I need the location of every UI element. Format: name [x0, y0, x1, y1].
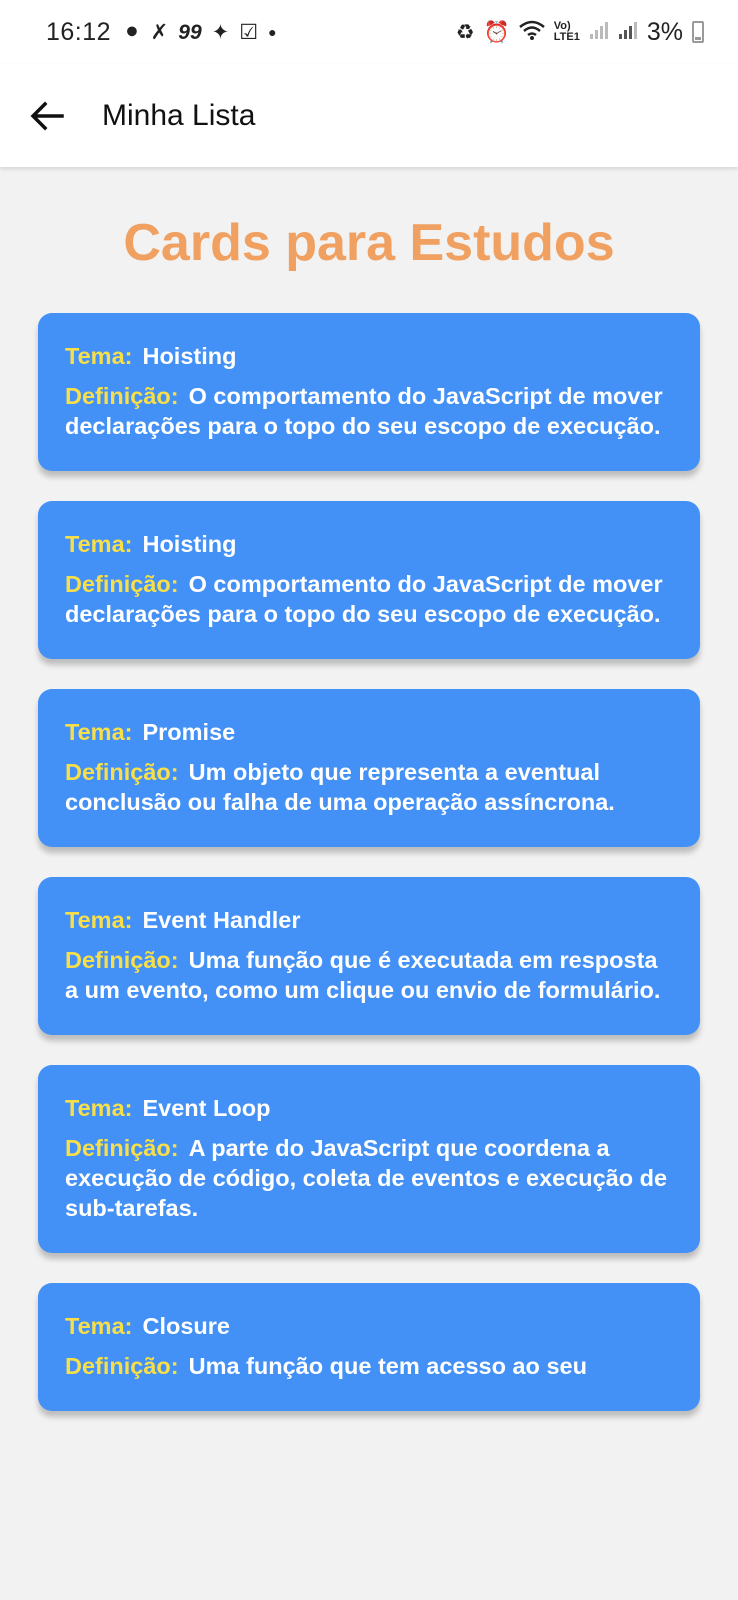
card-definicao-row: Definição: O comportamento do JavaScript … — [65, 569, 674, 629]
status-time: 16:12 — [46, 17, 112, 46]
alarm-icon: ⏰ — [483, 20, 510, 44]
tema-label: Tema: — [65, 907, 133, 933]
card-tema-row: Tema: Hoisting — [65, 341, 674, 371]
back-button[interactable] — [18, 87, 76, 145]
definicao-label: Definição: — [65, 1353, 179, 1379]
tema-value: Hoisting — [142, 343, 237, 369]
battery-icon — [692, 21, 704, 43]
card-definicao-row: Definição: Um objeto que representa a eve… — [65, 757, 674, 817]
definicao-label: Definição: — [65, 947, 179, 973]
card-definicao-row: Definição: Uma função que é executada em … — [65, 945, 674, 1005]
notification-count: 99 — [178, 20, 202, 44]
card-list: Tema: Hoisting Definição: O comportamento d… — [0, 313, 738, 1411]
card-tema-row: Tema: Hoisting — [65, 529, 674, 559]
card-tema-row: Tema: Event Loop — [65, 1093, 674, 1123]
tema-label: Tema: — [65, 343, 133, 369]
checkbox-icon: ☑ — [239, 20, 259, 44]
tema-label: Tema: — [65, 531, 133, 557]
battery-saver-icon: ♻ — [455, 20, 475, 44]
definicao-label: Definição: — [65, 383, 179, 409]
tema-label: Tema: — [65, 1095, 133, 1121]
appbar-title: Minha Lista — [102, 98, 256, 132]
study-card[interactable]: Tema: Hoisting Definição: O comportamento d… — [38, 501, 700, 659]
tema-label: Tema: — [65, 719, 133, 745]
definicao-label: Definição: — [65, 571, 179, 597]
app-icon: ✦ — [211, 20, 230, 44]
definicao-value: Uma função que tem acesso ao seu — [188, 1353, 587, 1379]
study-card[interactable]: Tema: Hoisting Definição: O comportamento d… — [38, 313, 700, 471]
definicao-label: Definição: — [65, 759, 179, 785]
tema-value: Closure — [142, 1313, 230, 1339]
card-list-scroll[interactable]: Cards para Estudos Tema: Hoisting Definiçã… — [0, 167, 738, 1567]
tema-value: Event Loop — [142, 1095, 271, 1121]
tema-value: Hoisting — [142, 531, 237, 557]
battery-percentage: 3% — [646, 17, 683, 46]
signal-icon-1 — [589, 20, 609, 44]
study-card[interactable]: Tema: Event Loop Definição: A parte do Java… — [38, 1065, 700, 1253]
tema-value: Promise — [142, 719, 236, 745]
card-definicao-row: Definição: Uma função que tem acesso ao s… — [65, 1351, 674, 1381]
volte-icon: Vo) LTE1 — [553, 20, 580, 43]
wifi-icon — [518, 20, 545, 44]
card-definicao-row: Definição: A parte do JavaScript que coor… — [65, 1133, 674, 1223]
status-bar: 16:12 ⚫ ✗ 99 ✦ ☑ ● ♻ ⏰ Vo) LTE1 3% — [0, 0, 738, 64]
system-icons: ♻ ⏰ Vo) LTE1 3% — [455, 17, 704, 46]
navigation-bar-area — [0, 1567, 738, 1600]
card-tema-row: Tema: Event Handler — [65, 905, 674, 935]
arrow-left-icon — [30, 101, 64, 130]
study-card[interactable]: Tema: Promise Definição: Um objeto que repr… — [38, 689, 700, 847]
signal-icon-2 — [618, 20, 638, 44]
shopping-bag-icon: ⚫ — [123, 20, 141, 44]
card-tema-row: Tema: Promise — [65, 717, 674, 747]
card-tema-row: Tema: Closure — [65, 1311, 674, 1341]
tema-label: Tema: — [65, 1313, 133, 1339]
app-bar: Minha Lista — [0, 64, 738, 167]
study-card[interactable]: Tema: Closure Definição: Uma função que tem… — [38, 1283, 700, 1411]
tema-value: Event Handler — [142, 907, 301, 933]
study-card[interactable]: Tema: Event Handler Definição: Uma função q… — [38, 877, 700, 1035]
card-definicao-row: Definição: O comportamento do JavaScript … — [65, 381, 674, 441]
page-title: Cards para Estudos — [123, 214, 615, 272]
dot-icon: ● — [268, 24, 277, 40]
notification-icons: ⚫ ✗ 99 ✦ ☑ ● — [123, 22, 276, 43]
definicao-label: Definição: — [65, 1135, 179, 1161]
missed-call-icon: ✗ — [150, 20, 169, 44]
